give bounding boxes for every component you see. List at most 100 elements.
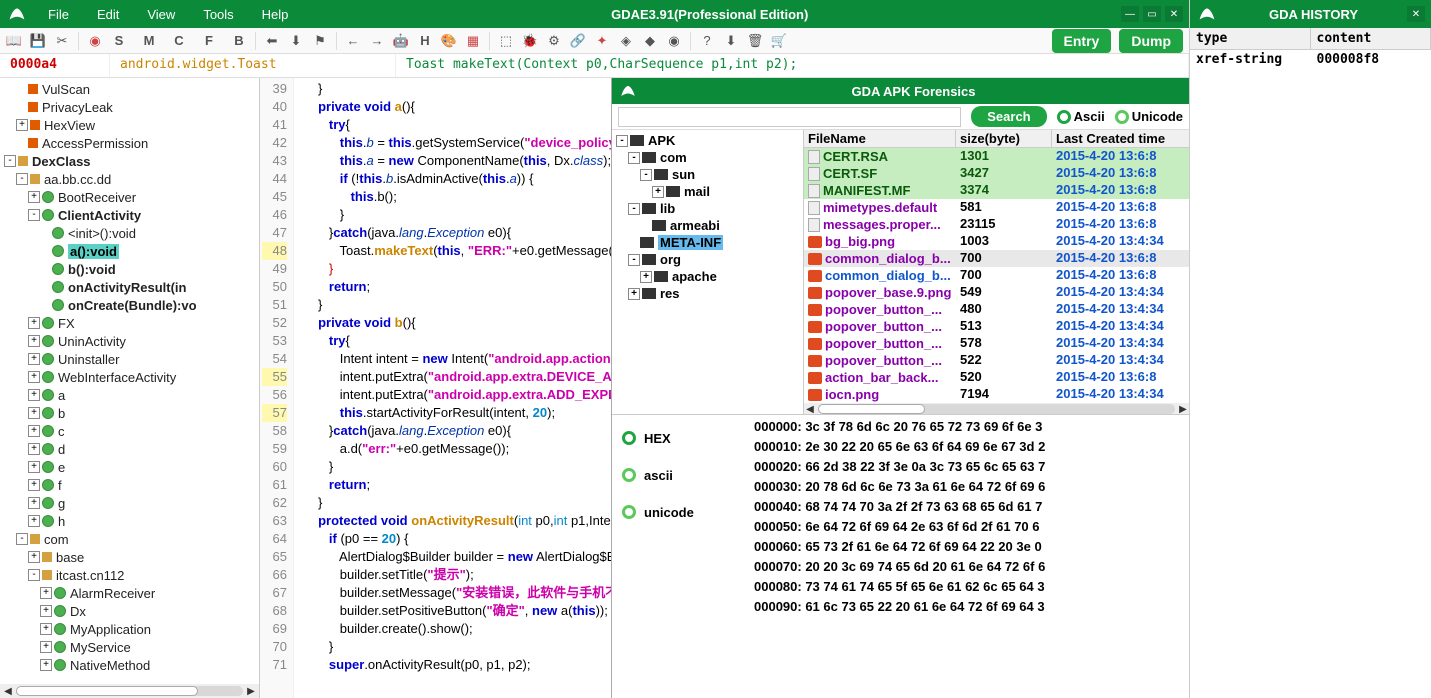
arrow-right-icon[interactable]: → (369, 33, 385, 49)
ascii-radio[interactable]: Ascii (1057, 109, 1105, 124)
apk-tree-item[interactable]: -sun (616, 166, 799, 183)
gear-icon[interactable]: ⚙ (546, 33, 562, 49)
tree-item[interactable]: +UninActivity (4, 332, 255, 350)
apk-tree-item[interactable]: armeabi (616, 217, 799, 234)
tree-item[interactable]: -DexClass (4, 152, 255, 170)
hex-opt-unicode[interactable]: unicode (622, 505, 740, 520)
tree-item[interactable]: -ClientActivity (4, 206, 255, 224)
tree-item[interactable]: onCreate(Bundle):vo (4, 296, 255, 314)
paint-icon[interactable]: ◆ (642, 33, 658, 49)
file-scrollbar[interactable]: ◀ ▶ (804, 403, 1189, 414)
tool-c[interactable]: C (171, 33, 187, 49)
file-row[interactable]: popover_button_...5782015-4-20 13:4:34 (804, 335, 1189, 352)
tree-item[interactable]: VulScan (4, 80, 255, 98)
tree-item[interactable]: +d (4, 440, 255, 458)
tree-item[interactable]: +base (4, 548, 255, 566)
cut-icon[interactable]: ✂ (54, 33, 70, 49)
menu-edit[interactable]: Edit (83, 7, 133, 22)
tree-item[interactable]: +NativeMethod (4, 656, 255, 674)
apk-tree-item[interactable]: -APK (616, 132, 799, 149)
diamond-icon[interactable]: ◈ (618, 33, 634, 49)
tool-f[interactable]: F (201, 33, 217, 49)
file-row[interactable]: action_bar_back...5202015-4-20 13:6:8 (804, 369, 1189, 386)
open-icon[interactable]: 📖 (6, 33, 22, 49)
tree-item[interactable]: -com (4, 530, 255, 548)
apk-tree-item[interactable]: -org (616, 251, 799, 268)
tool-s[interactable]: S (111, 33, 127, 49)
dump-button[interactable]: Dump (1119, 29, 1183, 53)
apk-tree-item[interactable]: +apache (616, 268, 799, 285)
down-icon[interactable]: ⬇ (288, 33, 304, 49)
apk-tree-item[interactable]: META-INF (616, 234, 799, 251)
menu-file[interactable]: File (34, 7, 83, 22)
tree-item[interactable]: +h (4, 512, 255, 530)
search-button[interactable]: Search (971, 106, 1046, 127)
tree-item[interactable]: AccessPermission (4, 134, 255, 152)
android-icon[interactable]: 🤖 (393, 33, 409, 49)
file-row[interactable]: common_dialog_b...7002015-4-20 13:6:8 (804, 250, 1189, 267)
file-row[interactable]: popover_base.9.png5492015-4-20 13:4:34 (804, 284, 1189, 301)
apk-tree-item[interactable]: -lib (616, 200, 799, 217)
history-col-type[interactable]: type (1190, 28, 1311, 49)
hex-opt-ascii[interactable]: ascii (622, 468, 740, 483)
trash-icon[interactable]: 🗑 (747, 33, 763, 49)
h-icon[interactable]: H (417, 33, 433, 49)
tree-item[interactable]: <init>():void (4, 224, 255, 242)
file-row[interactable]: messages.proper...231152015-4-20 13:6:8 (804, 216, 1189, 233)
tool-m[interactable]: M (141, 33, 157, 49)
file-row[interactable]: common_dialog_b...7002015-4-20 13:6:8 (804, 267, 1189, 284)
tree-item[interactable]: +BootReceiver (4, 188, 255, 206)
close-button[interactable]: ✕ (1165, 6, 1183, 22)
forensics-search-input[interactable] (618, 107, 961, 127)
file-row[interactable]: popover_button_...4802015-4-20 13:4:34 (804, 301, 1189, 318)
tree-item[interactable]: +WebInterfaceActivity (4, 368, 255, 386)
hex-opt-hex[interactable]: HEX (622, 431, 740, 446)
tree-item[interactable]: +g (4, 494, 255, 512)
tree-item[interactable]: PrivacyLeak (4, 98, 255, 116)
download-icon[interactable]: ⬇ (723, 33, 739, 49)
help-icon[interactable]: ? (699, 33, 715, 49)
tree-item[interactable]: +b (4, 404, 255, 422)
arrow-left-icon[interactable]: ← (345, 33, 361, 49)
link-icon[interactable]: 🔗 (570, 33, 586, 49)
entry-button[interactable]: Entry (1052, 29, 1112, 53)
col-filename[interactable]: FileName (804, 130, 956, 147)
history-col-content[interactable]: content (1311, 28, 1431, 49)
tree-item[interactable]: +Dx (4, 602, 255, 620)
bug-icon[interactable]: 🐞 (522, 33, 538, 49)
tree-item[interactable]: +Uninstaller (4, 350, 255, 368)
tree-item[interactable]: +MyService (4, 638, 255, 656)
tree-item[interactable]: +f (4, 476, 255, 494)
tree-item[interactable]: +HexView (4, 116, 255, 134)
tree-item[interactable]: -aa.bb.cc.dd (4, 170, 255, 188)
sparkle-icon[interactable]: ✦ (594, 33, 610, 49)
history-close-button[interactable]: ✕ (1407, 6, 1425, 22)
file-row[interactable]: CERT.RSA13012015-4-20 13:6:8 (804, 148, 1189, 165)
file-row[interactable]: MANIFEST.MF33742015-4-20 13:6:8 (804, 182, 1189, 199)
tree-item[interactable]: +a (4, 386, 255, 404)
cart-icon[interactable]: 🛒 (771, 33, 787, 49)
tree-item[interactable]: -itcast.cn112 (4, 566, 255, 584)
apk-tree-item[interactable]: -com (616, 149, 799, 166)
tree-item[interactable]: a():void (4, 242, 255, 260)
apk-tree-item[interactable]: +res (616, 285, 799, 302)
tree-item[interactable]: +AlarmReceiver (4, 584, 255, 602)
col-size[interactable]: size(byte) (956, 130, 1052, 147)
unicode-radio[interactable]: Unicode (1115, 109, 1183, 124)
file-row[interactable]: CERT.SF34272015-4-20 13:6:8 (804, 165, 1189, 182)
tool-b[interactable]: B (231, 33, 247, 49)
file-row[interactable]: iocn.png71942015-4-20 13:4:34 (804, 386, 1189, 403)
menu-view[interactable]: View (133, 7, 189, 22)
menu-help[interactable]: Help (248, 7, 303, 22)
maximize-button[interactable]: ▭ (1143, 6, 1161, 22)
file-row[interactable]: popover_button_...5222015-4-20 13:4:34 (804, 352, 1189, 369)
tree-item[interactable]: b():void (4, 260, 255, 278)
apk-tree-item[interactable]: +mail (616, 183, 799, 200)
tree-item[interactable]: +MyApplication (4, 620, 255, 638)
tree-item[interactable]: +c (4, 422, 255, 440)
file-row[interactable]: bg_big.png10032015-4-20 13:4:34 (804, 233, 1189, 250)
palette-icon[interactable]: 🎨 (441, 33, 457, 49)
tree-item[interactable]: +FX (4, 314, 255, 332)
tree-item[interactable]: onActivityResult(in (4, 278, 255, 296)
save-icon[interactable]: 💾 (30, 33, 46, 49)
